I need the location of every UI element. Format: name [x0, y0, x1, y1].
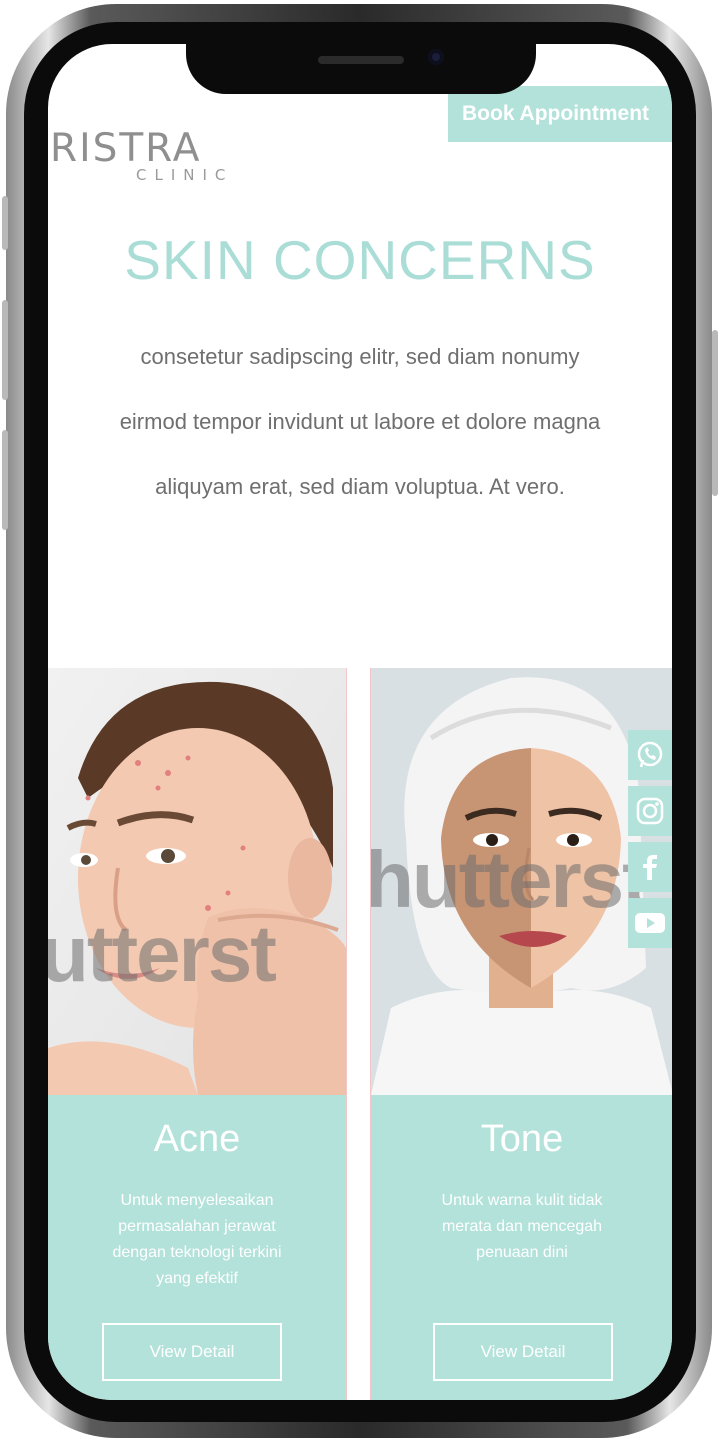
- speaker-grille: [318, 56, 404, 64]
- acne-photo: utterst: [48, 668, 346, 1095]
- view-detail-button[interactable]: View Detail: [433, 1323, 613, 1381]
- intro-text: consetetur sadipscing elitr, sed diam no…: [48, 324, 672, 519]
- card-description-line: Untuk warna kulit tidak: [441, 1192, 603, 1209]
- facebook-icon[interactable]: [628, 842, 672, 892]
- intro-line: aliquyam erat, sed diam voluptua. At ver…: [155, 474, 565, 499]
- concern-card-acne[interactable]: utterst Acne Untuk menyelesaikan permasa…: [48, 668, 347, 1400]
- card-title: Tone: [480, 1118, 564, 1160]
- book-appointment-button[interactable]: Book Appointment: [448, 86, 672, 142]
- youtube-icon[interactable]: [628, 898, 672, 948]
- card-description: Untuk menyelesaikan permasalahan jerawat…: [72, 1188, 322, 1292]
- concern-card-tone[interactable]: hutterst Tone Untuk warna kulit tidak me…: [370, 668, 672, 1400]
- photo-watermark: hutterst: [371, 835, 649, 924]
- logo-subtext: CLINIC: [136, 166, 234, 184]
- mute-switch: [2, 196, 8, 250]
- photo-watermark: utterst: [48, 909, 277, 998]
- intro-line: consetetur sadipscing elitr, sed diam no…: [140, 344, 580, 369]
- intro-line: eirmod tempor invidunt ut labore et dolo…: [119, 409, 601, 434]
- instagram-icon[interactable]: [628, 786, 672, 836]
- card-description-line: Untuk menyelesaikan: [120, 1192, 274, 1209]
- card-description: Untuk warna kulit tidak merata dan mence…: [395, 1188, 649, 1266]
- volume-down-button: [2, 430, 8, 530]
- page-title: SKIN CONCERNS: [124, 229, 596, 291]
- phone-notch: [186, 44, 536, 94]
- clinic-logo[interactable]: RISTRA CLINIC: [48, 84, 248, 184]
- whatsapp-icon[interactable]: [628, 730, 672, 780]
- volume-up-button: [2, 300, 8, 400]
- card-description-line: yang efektif: [156, 1270, 238, 1287]
- logo-text: RISTRA: [50, 126, 202, 171]
- card-description-line: dengan teknologi terkini: [112, 1244, 282, 1261]
- card-description-line: penuaan dini: [476, 1244, 568, 1261]
- power-button: [712, 330, 718, 496]
- front-camera: [428, 49, 444, 65]
- card-description-line: permasalahan jerawat: [118, 1218, 276, 1235]
- card-description-line: merata dan mencegah: [441, 1218, 603, 1235]
- tone-photo: hutterst: [371, 668, 672, 1095]
- view-detail-button[interactable]: View Detail: [102, 1323, 282, 1381]
- social-bar: [628, 730, 672, 954]
- card-title: Acne: [153, 1118, 241, 1160]
- phone-screen: RISTRA CLINIC Book Appointment SKIN CONC…: [48, 44, 672, 1400]
